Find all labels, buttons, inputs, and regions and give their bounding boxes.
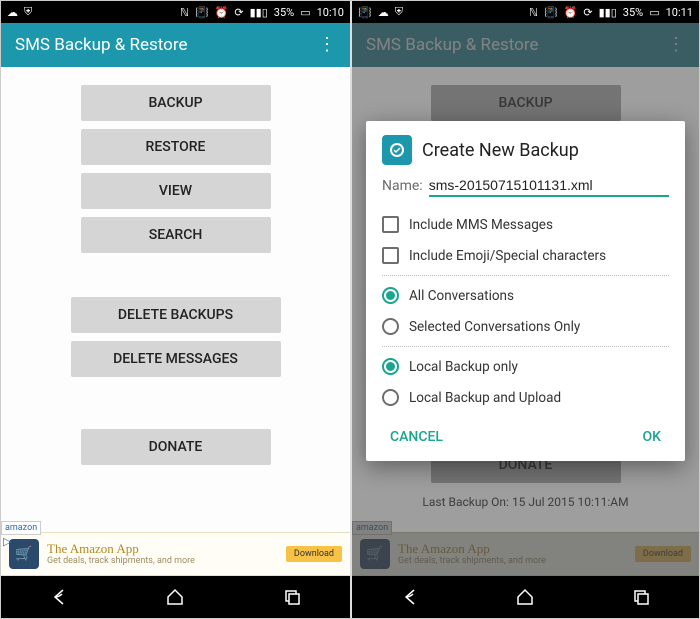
main-area: BACKUP RESTORE VIEW SEARCH DELETE BACKUP…: [1, 67, 350, 465]
battery-icon: ▭: [300, 6, 310, 19]
backup-button[interactable]: BACKUP: [431, 85, 621, 121]
ad-download-button[interactable]: Download: [635, 546, 691, 562]
dialog-app-icon: [382, 135, 412, 165]
option-label: Include Emoji/Special characters: [409, 248, 606, 264]
ad-banner[interactable]: amazon 🛒 The Amazon App Get deals, track…: [352, 532, 699, 576]
radio-icon: [382, 389, 399, 406]
ad-title: The Amazon App: [47, 541, 278, 557]
vibrate-icon: 📳: [358, 6, 372, 19]
sync-icon: ⟳: [583, 6, 592, 19]
create-backup-dialog: Create New Backup Name: Include MMS Mess…: [366, 121, 685, 461]
ad-subtitle: Get deals, track shipments, and more: [47, 556, 278, 567]
include-mms-option[interactable]: Include MMS Messages: [382, 209, 669, 240]
nfc-icon: ℕ: [180, 6, 189, 19]
cloud-icon: ☁: [7, 6, 18, 19]
cloud-icon: ☁: [378, 6, 389, 19]
app-bar: SMS Backup & Restore ⋮: [352, 23, 699, 67]
name-label: Name:: [382, 178, 423, 194]
backup-button[interactable]: BACKUP: [81, 85, 271, 121]
signal-icon: ▮▮▯: [599, 6, 617, 19]
back-icon[interactable]: [47, 585, 71, 609]
back-icon[interactable]: [398, 585, 422, 609]
alarm-icon: ⏰: [564, 6, 578, 19]
signal-icon: ▮▮▯: [250, 6, 268, 19]
status-bar: 📳 ☁ ⛨ ℕ 📳 ⏰ ⟳ ▮▮▯ 35% ▭ 10:11: [352, 1, 699, 23]
app-title: SMS Backup & Restore: [366, 35, 539, 55]
battery-text: 35%: [274, 6, 294, 19]
shield-icon: ⛨: [395, 5, 403, 19]
shield-icon: ⛨: [24, 5, 32, 19]
app-title: SMS Backup & Restore: [15, 35, 188, 55]
vibrate-icon: 📳: [544, 6, 558, 19]
battery-text: 35%: [623, 6, 643, 19]
restore-button[interactable]: RESTORE: [81, 129, 271, 165]
ad-banner[interactable]: amazon ▷ 🛒 The Amazon App Get deals, tra…: [1, 532, 350, 576]
local-backup-upload-option[interactable]: Local Backup and Upload: [382, 382, 669, 413]
battery-icon: ▭: [649, 6, 659, 19]
radio-icon: [382, 318, 399, 335]
sync-icon: ⟳: [234, 6, 243, 19]
app-bar: SMS Backup & Restore ⋮: [1, 23, 350, 67]
nfc-icon: ℕ: [529, 6, 538, 19]
amazon-icon: 🛒: [360, 539, 390, 569]
ad-close-icon[interactable]: ▷: [3, 535, 11, 548]
divider: [382, 275, 669, 276]
include-emoji-option[interactable]: Include Emoji/Special characters: [382, 240, 669, 271]
option-label: Local Backup only: [409, 359, 518, 375]
dialog-title: Create New Backup: [422, 140, 579, 161]
backup-name-input[interactable]: [429, 175, 669, 197]
recent-icon[interactable]: [280, 585, 304, 609]
home-icon[interactable]: [513, 585, 537, 609]
option-label: All Conversations: [409, 288, 514, 304]
search-button[interactable]: SEARCH: [81, 217, 271, 253]
radio-selected-icon: [382, 287, 399, 304]
status-bar: ☁ ⛨ ℕ 📳 ⏰ ⟳ ▮▮▯ 35% ▭ 10:10: [1, 1, 350, 23]
ad-subtitle: Get deals, track shipments, and more: [398, 556, 627, 567]
nav-bar: [1, 576, 350, 618]
view-button[interactable]: VIEW: [81, 173, 271, 209]
cancel-button[interactable]: CANCEL: [382, 423, 451, 451]
option-label: Local Backup and Upload: [409, 390, 561, 406]
local-backup-only-option[interactable]: Local Backup only: [382, 351, 669, 382]
checkbox-icon: [382, 216, 399, 233]
ok-button[interactable]: OK: [635, 423, 670, 451]
phone-right: 📳 ☁ ⛨ ℕ 📳 ⏰ ⟳ ▮▮▯ 35% ▭ 10:11 SMS Backup…: [350, 1, 699, 618]
nav-bar: [352, 576, 699, 618]
ad-title: The Amazon App: [398, 541, 627, 557]
checkbox-icon: [382, 247, 399, 264]
ad-download-button[interactable]: Download: [286, 546, 342, 562]
home-icon[interactable]: [163, 585, 187, 609]
donate-button[interactable]: DONATE: [81, 429, 271, 465]
ad-badge: amazon: [352, 521, 392, 535]
option-label: Selected Conversations Only: [409, 319, 580, 335]
selected-conversations-option[interactable]: Selected Conversations Only: [382, 311, 669, 342]
divider: [382, 346, 669, 347]
radio-selected-icon: [382, 358, 399, 375]
vibrate-icon: 📳: [195, 6, 209, 19]
clock-text: 10:10: [317, 6, 344, 19]
delete-messages-button[interactable]: DELETE MESSAGES: [71, 341, 281, 377]
clock-text: 10:11: [666, 6, 693, 19]
all-conversations-option[interactable]: All Conversations: [382, 280, 669, 311]
phone-left: ☁ ⛨ ℕ 📳 ⏰ ⟳ ▮▮▯ 35% ▭ 10:10 SMS Backup &…: [1, 1, 350, 618]
last-backup-text: Last Backup On: 15 Jul 2015 10:11:AM: [422, 495, 628, 509]
recent-icon[interactable]: [629, 585, 653, 609]
option-label: Include MMS Messages: [409, 217, 553, 233]
amazon-icon: 🛒: [9, 539, 39, 569]
alarm-icon: ⏰: [215, 6, 229, 19]
ad-badge: amazon: [1, 521, 41, 535]
delete-backups-button[interactable]: DELETE BACKUPS: [71, 297, 281, 333]
